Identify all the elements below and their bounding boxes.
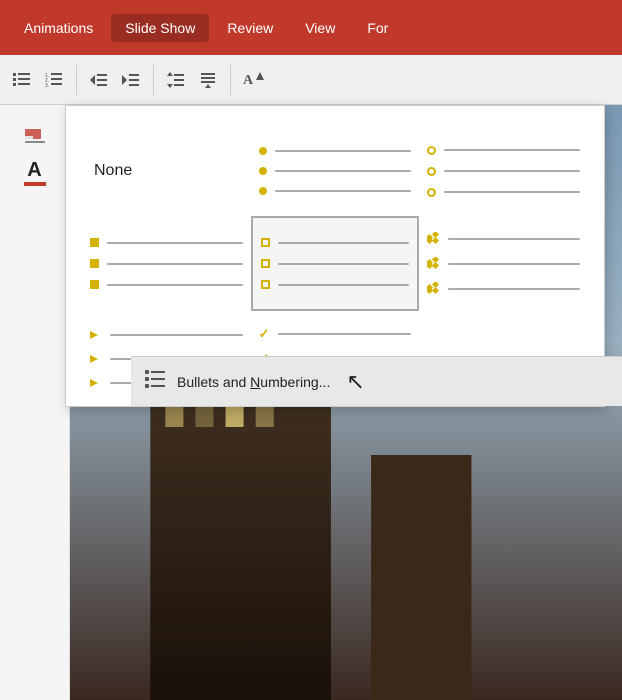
bullet-row-1 xyxy=(261,238,410,247)
font-a-label: A xyxy=(27,160,41,180)
sidebar-font-color-tool[interactable]: A xyxy=(13,159,57,195)
menu-animations[interactable]: Animations xyxy=(10,14,107,42)
left-sidebar: A xyxy=(0,105,70,700)
circle-symbol-3 xyxy=(427,188,436,197)
bullet-checkbox-cell[interactable] xyxy=(251,216,420,311)
bullet-filled-square-cell[interactable] xyxy=(82,216,251,311)
bullet-line xyxy=(110,334,243,336)
menu-format[interactable]: For xyxy=(353,14,402,42)
bullets-numbering-icon xyxy=(145,370,167,393)
bullet-line xyxy=(278,284,410,286)
bullet-line xyxy=(275,170,412,172)
bullet-row-1 xyxy=(427,146,580,155)
menu-review[interactable]: Review xyxy=(213,14,287,42)
circle-symbol-1 xyxy=(427,146,436,155)
arrow-symbol-2 xyxy=(90,353,102,365)
bullet-line xyxy=(107,284,243,286)
bullet-row-1 xyxy=(259,147,412,155)
bullet-line xyxy=(448,288,580,290)
bullet-line xyxy=(444,191,580,193)
bullet-row-2 xyxy=(259,167,412,175)
menu-slideshow[interactable]: Slide Show xyxy=(111,14,209,42)
dot-symbol-1 xyxy=(259,147,267,155)
bullet-row-2 xyxy=(427,167,580,176)
bullets-numbering-label[interactable]: Bullets and Numbering... xyxy=(177,374,330,390)
mouse-cursor-icon: ↖ xyxy=(346,369,364,395)
svg-text:A: A xyxy=(243,73,254,88)
bullet-line xyxy=(275,150,412,152)
bullets-and-numbering-bar[interactable]: Bullets and Numbering... ↖ xyxy=(131,356,622,406)
bullet-row-1 xyxy=(90,238,243,247)
circle-symbol-2 xyxy=(427,167,436,176)
bullet-line xyxy=(278,333,412,335)
bullet-dot-cell[interactable] xyxy=(251,126,420,216)
four-diamond-symbol-3 xyxy=(427,282,440,295)
bullet-row-1: ✓ xyxy=(259,327,412,340)
bullet-row-3 xyxy=(259,187,412,195)
bullet-row-3 xyxy=(427,188,580,197)
bullet-row-2 xyxy=(427,257,580,270)
arrow-symbol-1 xyxy=(90,329,102,341)
bullet-none-cell[interactable]: None xyxy=(82,126,251,216)
list-bullets-btn[interactable] xyxy=(8,66,36,94)
sq-fill-symbol-1 xyxy=(90,238,99,247)
menu-view[interactable]: View xyxy=(291,14,349,42)
main-area: A xyxy=(0,105,622,700)
bullet-line xyxy=(278,263,410,265)
bullet-row-3 xyxy=(90,280,243,289)
bullet-line xyxy=(444,149,580,151)
four-diamond-symbol-1 xyxy=(427,232,440,245)
bullet-dropdown: None xyxy=(65,105,605,407)
bullet-four-diamond-cell[interactable] xyxy=(419,216,588,311)
bullet-line xyxy=(448,238,580,240)
bullet-row-3 xyxy=(427,282,580,295)
bullet-line xyxy=(444,170,580,172)
check-symbol-1: ✓ xyxy=(259,327,270,340)
text-direction-btn[interactable]: A xyxy=(239,66,267,94)
bullet-row-1 xyxy=(427,232,580,245)
bullet-line xyxy=(448,263,580,265)
bullet-line xyxy=(107,263,243,265)
outdent-btn[interactable] xyxy=(85,66,113,94)
toolbar: 1. 2. 3. xyxy=(0,55,622,105)
four-diamond-symbol-2 xyxy=(427,257,440,270)
checkbox-symbol-3 xyxy=(261,280,270,289)
font-color-underline xyxy=(24,182,46,186)
sq-fill-symbol-2 xyxy=(90,259,99,268)
indent-btn[interactable] xyxy=(117,66,145,94)
list-numbers-btn[interactable]: 1. 2. 3. xyxy=(40,66,68,94)
checkbox-symbol-1 xyxy=(261,238,270,247)
spacing-options-btn[interactable] xyxy=(194,66,222,94)
bullet-row-1 xyxy=(90,329,243,341)
bullet-line xyxy=(278,242,410,244)
bullet-row-2 xyxy=(261,259,410,268)
bullet-line xyxy=(107,242,243,244)
menu-bar: Animations Slide Show Review View For xyxy=(0,0,622,55)
none-label: None xyxy=(94,162,132,180)
toolbar-divider-2 xyxy=(153,65,154,95)
bullet-row-2 xyxy=(90,259,243,268)
line-spacing-btn[interactable] xyxy=(162,66,190,94)
toolbar-divider-3 xyxy=(230,65,231,95)
dot-symbol-3 xyxy=(259,187,267,195)
bullet-circle-cell[interactable] xyxy=(419,126,588,216)
checkbox-symbol-2 xyxy=(261,259,270,268)
sidebar-eraser-tool[interactable] xyxy=(13,115,57,151)
svg-text:3.: 3. xyxy=(45,83,49,88)
bullet-row-3 xyxy=(261,280,410,289)
sq-fill-symbol-3 xyxy=(90,280,99,289)
check-glyph: ✓ xyxy=(259,327,270,340)
dot-symbol-2 xyxy=(259,167,267,175)
bullet-line xyxy=(275,190,412,192)
arrow-symbol-3 xyxy=(90,377,102,389)
toolbar-divider-1 xyxy=(76,65,77,95)
